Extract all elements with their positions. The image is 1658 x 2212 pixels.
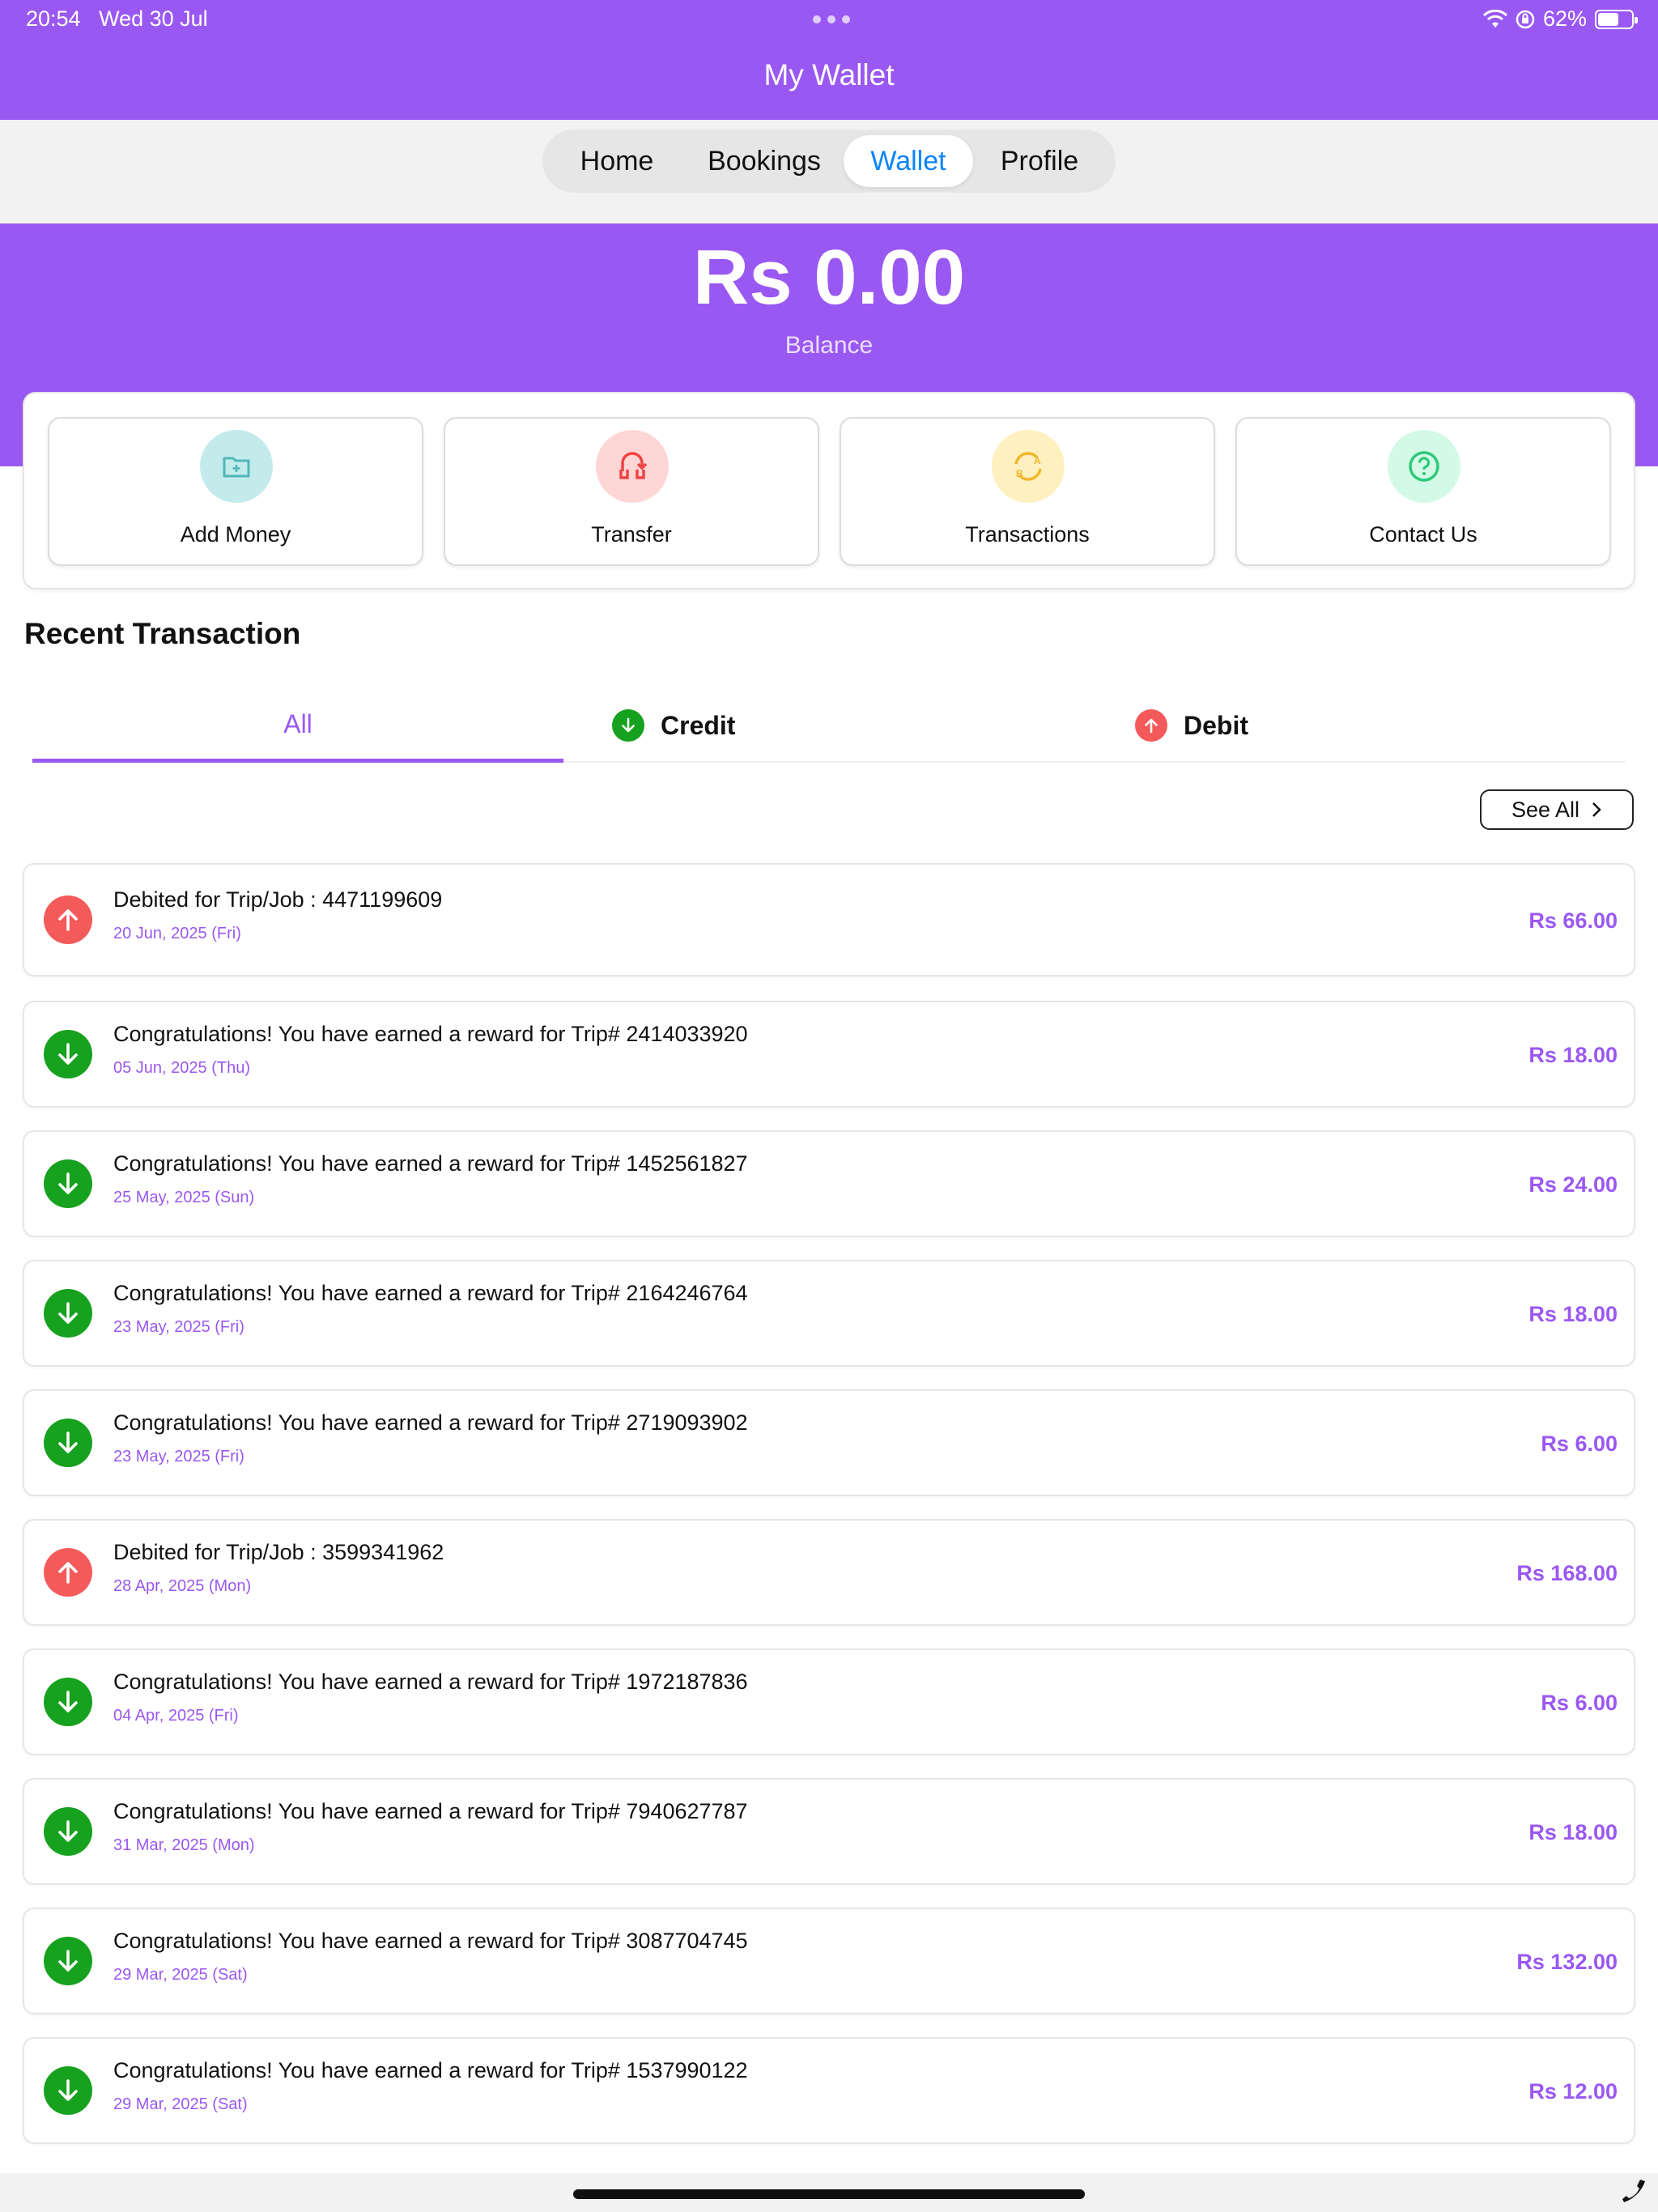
transaction-filter-tabs: All Credit Debit [32, 690, 1626, 763]
transaction-amount: Rs 18.00 [1528, 1820, 1618, 1844]
chevron-right-icon [1592, 802, 1601, 817]
battery-icon [1595, 9, 1638, 29]
arrow-down-icon [44, 1937, 92, 1985]
transaction-title: Congratulations! You have earned a rewar… [113, 1281, 748, 1305]
orientation-lock-icon [1516, 10, 1535, 28]
transaction-date: 31 Mar, 2025 (Mon) [113, 1836, 255, 1854]
tab-all[interactable]: All [32, 690, 563, 763]
transaction-amount: Rs 6.00 [1541, 1691, 1618, 1715]
recent-transaction-title: Recent Transaction [24, 617, 301, 650]
arrow-up-icon [44, 895, 92, 944]
arrow-down-icon [44, 1678, 92, 1726]
tab-wallet[interactable]: Wallet [844, 135, 973, 187]
transfer-button[interactable]: Transfer [444, 417, 819, 566]
arrow-down-icon [44, 1030, 92, 1078]
transaction-title: Congratulations! You have earned a rewar… [113, 1799, 748, 1823]
transaction-amount: Rs 66.00 [1528, 908, 1618, 933]
add-money-button[interactable]: Add Money [48, 417, 423, 566]
tab-credit[interactable]: Credit [563, 690, 1095, 761]
transfer-label: Transfer [591, 522, 672, 547]
svg-text:A: A [1034, 455, 1041, 466]
balance-label: Balance [784, 332, 874, 359]
wifi-icon [1482, 9, 1507, 28]
arrow-down-icon [44, 2066, 92, 2115]
arrow-down-icon [612, 709, 644, 742]
transaction-date: 20 Jun, 2025 (Fri) [113, 925, 241, 942]
transaction-title: Congratulations! You have earned a rewar… [113, 2058, 748, 2082]
contact-us-label: Contact Us [1369, 522, 1477, 547]
transaction-date: 28 Apr, 2025 (Mon) [113, 1577, 252, 1595]
help-icon [1388, 430, 1460, 503]
contact-us-button[interactable]: Contact Us [1235, 417, 1611, 566]
arrow-down-icon [44, 1419, 92, 1467]
transaction-row[interactable]: Debited for Trip/Job : 3599341962 28 Apr,… [23, 1519, 1635, 1626]
arrow-down-icon [44, 1159, 92, 1208]
transaction-date: 23 May, 2025 (Fri) [113, 1448, 244, 1465]
transaction-date: 25 May, 2025 (Sun) [113, 1189, 255, 1206]
arrow-up-icon [1135, 709, 1167, 742]
transaction-amount: Rs 6.00 [1541, 1431, 1618, 1456]
arrow-up-icon [44, 1548, 92, 1597]
svg-text:B: B [1016, 468, 1023, 479]
folder-plus-icon [200, 430, 273, 503]
transaction-row[interactable]: Congratulations! You have earned a rewar… [23, 1908, 1635, 2014]
transaction-amount: Rs 132.00 [1516, 1950, 1618, 1974]
top-bar: 20:54 Wed 30 Jul 62% My Wallet [0, 0, 1658, 120]
exchange-icon: AB [992, 430, 1065, 503]
page-title: My Wallet [763, 58, 895, 91]
transaction-amount: Rs 168.00 [1516, 1561, 1618, 1585]
see-all-button[interactable]: See All [1480, 789, 1634, 830]
home-indicator[interactable] [573, 2189, 1085, 2199]
transaction-title: Debited for Trip/Job : 3599341962 [113, 1540, 444, 1564]
phone-icon[interactable] [1619, 2176, 1648, 2206]
transaction-row[interactable]: Congratulations! You have earned a rewar… [23, 1389, 1635, 1496]
tab-all-label: All [283, 709, 312, 738]
transaction-date: 23 May, 2025 (Fri) [113, 1318, 244, 1336]
transaction-date: 04 Apr, 2025 (Fri) [113, 1707, 239, 1725]
arrow-down-icon [44, 1807, 92, 1856]
transaction-date: 29 Mar, 2025 (Sat) [113, 2095, 248, 2113]
transaction-amount: Rs 18.00 [1528, 1302, 1618, 1326]
transaction-amount: Rs 24.00 [1528, 1172, 1618, 1197]
transaction-title: Congratulations! You have earned a rewar… [113, 1022, 748, 1046]
transaction-row[interactable]: Congratulations! You have earned a rewar… [23, 2037, 1635, 2144]
status-clock: 20:54 [26, 6, 81, 31]
transaction-row[interactable]: Congratulations! You have earned a rewar… [23, 1648, 1635, 1755]
transaction-row[interactable]: Debited for Trip/Job : 4471199609 20 Jun,… [23, 863, 1635, 976]
transaction-date: 05 Jun, 2025 (Thu) [113, 1059, 250, 1077]
arrow-down-icon [44, 1289, 92, 1338]
tab-bookings[interactable]: Bookings [685, 135, 844, 187]
transaction-amount: Rs 18.00 [1528, 1043, 1618, 1067]
main-nav: Home Bookings Wallet Profile [542, 130, 1116, 193]
transaction-row[interactable]: Congratulations! You have earned a rewar… [23, 1778, 1635, 1885]
transaction-title: Congratulations! You have earned a rewar… [113, 1151, 748, 1176]
status-time: 20:54 Wed 30 Jul [26, 6, 208, 32]
add-money-label: Add Money [180, 522, 291, 547]
tab-credit-label: Credit [661, 710, 736, 740]
tab-debit[interactable]: Debit [1095, 690, 1626, 761]
tab-profile[interactable]: Profile [973, 135, 1106, 187]
transaction-amount: Rs 12.00 [1528, 2079, 1618, 2104]
transaction-date: 29 Mar, 2025 (Sat) [113, 1966, 248, 1984]
see-all-label: See All [1511, 797, 1580, 822]
multitasking-dots-icon[interactable] [813, 15, 850, 23]
wallet-actions-card: Add Money Transfer AB Transactions Conta… [23, 392, 1635, 589]
status-indicators: 62% [1482, 6, 1638, 32]
balance-amount: Rs 0.00 [692, 234, 966, 321]
transaction-title: Congratulations! You have earned a rewar… [113, 1670, 748, 1694]
battery-percent: 62% [1542, 6, 1587, 31]
transaction-title: Debited for Trip/Job : 4471199609 [113, 887, 443, 912]
transaction-row[interactable]: Congratulations! You have earned a rewar… [23, 1130, 1635, 1237]
transfer-icon [596, 430, 669, 503]
transaction-title: Congratulations! You have earned a rewar… [113, 1929, 748, 1953]
tab-debit-label: Debit [1184, 710, 1248, 740]
transaction-title: Congratulations! You have earned a rewar… [113, 1410, 748, 1435]
transaction-row[interactable]: Congratulations! You have earned a rewar… [23, 1260, 1635, 1367]
status-date: Wed 30 Jul [99, 6, 208, 31]
tab-home[interactable]: Home [549, 135, 685, 187]
transactions-label: Transactions [965, 522, 1090, 547]
transactions-button[interactable]: AB Transactions [840, 417, 1215, 566]
transaction-row[interactable]: Congratulations! You have earned a rewar… [23, 1001, 1635, 1108]
